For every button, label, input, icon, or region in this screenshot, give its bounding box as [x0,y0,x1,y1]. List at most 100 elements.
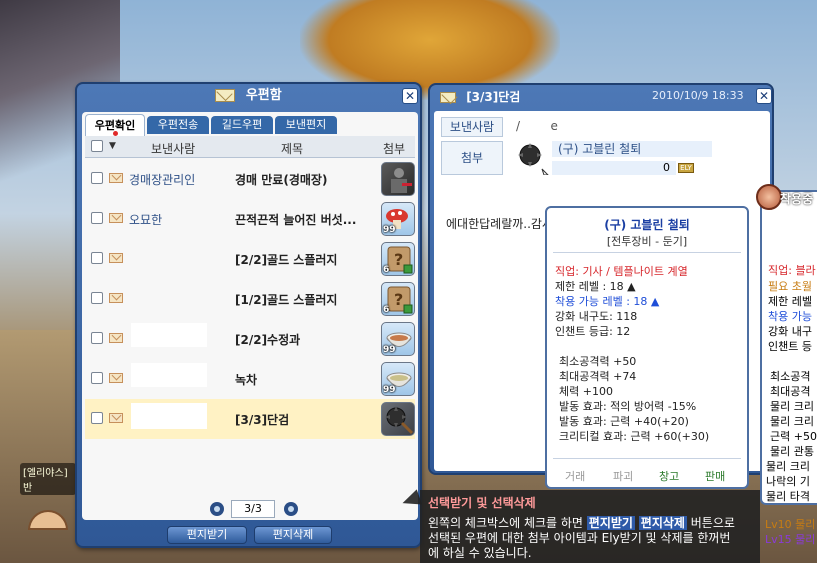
tooltip-stat: 발동 효과: 적의 방어력 -15% [559,400,697,413]
mail-list-header: ▼ 보낸사람 제목 첨부 [85,136,415,158]
mail-row[interactable]: [1/2]골드 스플러지 ? 6 [85,279,415,319]
mailbox-title: 우편함 [245,88,282,103]
auction-item-icon[interactable] [381,162,415,196]
mail-icon [109,253,123,263]
mail-row[interactable]: [2/2]골드 스플러지 ? 6 [85,239,415,279]
sender-value: / e [516,119,558,133]
mushroom-item-icon[interactable]: 99 [381,202,415,236]
svg-text:?: ? [394,290,403,309]
help-guide-box: 선택받기 및 선택삭제 왼쪽의 체크박스에 체크를 하면 편지받기 편지삭제 버… [420,490,760,563]
attached-mace-icon[interactable] [514,139,550,176]
tooltip-durability: 강화 내구도: 118 [555,310,638,323]
select-all-checkbox[interactable] [91,140,103,152]
mail-row[interactable]: 오묘한 끈적끈적 늘어진 버섯... 99 [85,199,415,239]
row-checkbox[interactable] [91,292,103,304]
tooltip-item-category: [전투장비 - 둔기] [606,235,688,248]
ely-amount: 0 [552,161,676,175]
row-checkbox[interactable] [91,372,103,384]
row-checkbox[interactable] [91,172,103,184]
trade-button[interactable]: 거래 [565,468,585,484]
tt2-line: 나락의 기 [766,475,810,488]
splurge-item-icon[interactable]: ? 6 [381,242,415,276]
blank-sender-area [131,363,207,387]
mail-subject: [2/2]골드 스플러지 [235,253,338,267]
attached-item-name: (구) 고블린 철퇴 [552,141,712,157]
tt2-line: 물리 크리 [770,400,814,413]
tooltip-equip-level: 착용 가능 레벨 : 18 ▲ [555,295,660,308]
receive-mail-button[interactable]: 편지받기 [167,526,247,544]
envelope-icon [440,92,456,103]
next-page-button[interactable] [284,502,298,516]
mail-icon [109,213,123,223]
guide-highlight-receive: 편지받기 [586,516,635,530]
storage-button[interactable]: 창고 [659,468,679,484]
tab-sent-mail[interactable]: 보낸편지 [275,116,337,134]
mail-row[interactable]: 경매장관리인 경매 만료(경매장) [85,159,415,199]
tooltip-enchant: 인챈트 등급: 12 [555,325,631,338]
splurge-item-icon[interactable]: ? 6 [381,282,415,316]
mail-icon [109,333,123,343]
row-checkbox[interactable] [91,212,103,224]
mailbox-panel: 우편확인 우편전송 길드우편 보낸편지 ▼ 보낸사람 제목 첨부 경매장관리인 … [82,112,418,520]
tooltip-item-name: (구) 고블린 철퇴 [604,218,690,232]
guide-highlight-delete: 편지삭제 [638,516,687,530]
envelope-icon [215,89,236,102]
guide-line-3: 에 하실 수 있습니다. [428,546,532,560]
tooltip-divider [553,458,741,459]
equipped-badge-label: 착용중 [780,192,814,206]
tooltip-stat: 최대공격력 +74 [559,370,637,383]
tab-inbox[interactable]: 우편확인 [85,114,145,136]
letter-titlebar[interactable]: [3/3]단검 [440,88,520,105]
attach-qty: 6 [383,265,390,275]
sell-button[interactable]: 판매 [705,468,725,484]
attach-qty: 99 [383,385,396,395]
mail-icon [109,293,123,303]
equipped-badge-icon [756,184,782,210]
sort-arrow-icon[interactable]: ▼ [109,141,116,151]
attach-qty: 99 [383,345,396,355]
mail-subject: [2/2]수정과 [235,333,301,347]
row-checkbox[interactable] [91,332,103,344]
mail-icon [109,173,123,183]
page-indicator: 3/3 [231,500,275,518]
col-sender: 보낸사람 [151,142,196,156]
tooltip-job: 직업: 기사 / 템플나이트 계열 [555,265,688,278]
tt2-line: 최소공격 [770,370,811,383]
equipped-item-tooltip: 직업: 블라 필요 초월 제한 레벨 착용 가능 강화 내구 인챈트 등 최소공… [760,190,817,505]
attach-label: 첨부 [441,141,503,175]
letter-close-button[interactable]: ✕ [756,88,772,104]
tooltip-stat: 최소공격력 +50 [559,355,637,368]
item-tooltip: (구) 고블린 철퇴 [전투장비 - 둔기] 직업: 기사 / 템플나이트 계열… [545,206,749,489]
destroy-button[interactable]: 파괴 [613,468,633,484]
delete-mail-button[interactable]: 편지삭제 [254,526,332,544]
tooltip-stat: 체력 +100 [559,385,613,398]
tt2-line: 강화 내구 [768,325,812,338]
green-tea-item-icon[interactable]: 99 [381,362,415,396]
mace-icon [518,143,550,176]
mail-subject: 녹차 [235,373,258,387]
tab-send[interactable]: 우편전송 [147,116,209,134]
figure-icon [391,168,412,193]
mailbox-close-button[interactable]: ✕ [402,88,418,104]
tt2-line: 물리 크리 [770,415,814,428]
tt2-line: 근력 +50 [770,430,817,443]
tt2-line: 직업: 블라 [768,264,816,277]
svg-text:?: ? [394,250,403,269]
mace-item-icon[interactable] [381,402,415,436]
mail-sender: 경매장관리인 [129,173,196,187]
letter-date: 2010/10/9 18:33 [652,89,744,102]
pagination: 3/3 [210,500,300,518]
blank-sender-area [131,403,207,429]
tab-guild-mail[interactable]: 길드우편 [211,116,273,134]
tt2-line: 최대공격 [770,385,811,398]
mailbox-titlebar[interactable]: 우편함 [77,84,420,108]
tt2-line: 물리 관통 [770,445,814,458]
row-checkbox[interactable] [91,412,103,424]
tooltip-stat: 발동 효과: 근력 +40(+20) [559,415,689,428]
prev-page-button[interactable] [210,502,224,516]
col-attach: 첨부 [383,142,406,156]
row-checkbox[interactable] [91,252,103,264]
guide-text: 버튼으로 [686,516,735,530]
mail-sender: 오묘한 [129,213,163,227]
sujeonggwa-item-icon[interactable]: 99 [381,322,415,356]
